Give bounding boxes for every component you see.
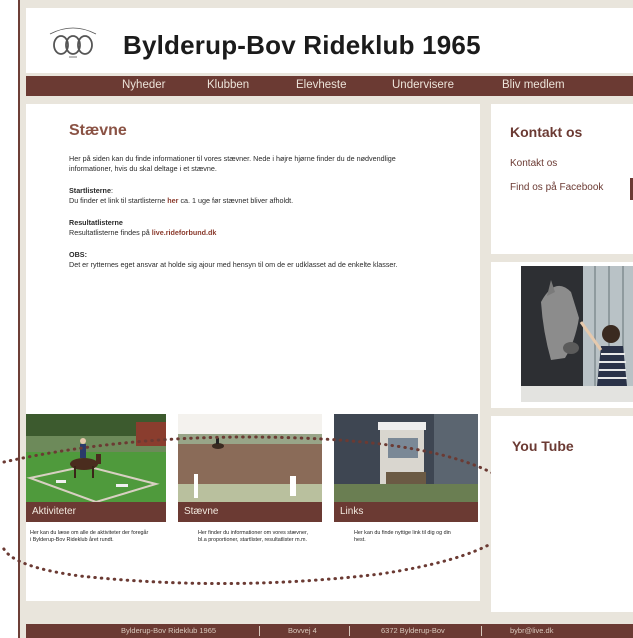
nav-item-undervisere[interactable]: Undervisere — [392, 79, 454, 91]
resultatlister-heading: Resultatlisterne — [69, 218, 123, 227]
sidebar-contact-box: Kontakt os Kontakt os Find os på Faceboo… — [491, 104, 633, 254]
footer-club-name: Bylderup-Bov Rideklub 1965 — [121, 626, 217, 635]
tile-desc-links: Her kan du finde nyttige link til dig og… — [354, 530, 451, 543]
facebook-link[interactable]: Find os på Facebook — [510, 182, 603, 193]
tile-caption-aktiviteter[interactable]: Aktiviteter — [26, 502, 166, 522]
obs-heading: OBS: — [69, 250, 87, 259]
site-title: Bylderup-Bov Rideklub 1965 — [123, 30, 481, 60]
nav-item-klubben[interactable]: Klubben — [207, 79, 249, 91]
sidebar-youtube-box: You Tube — [491, 416, 633, 612]
links-image[interactable] — [334, 414, 478, 502]
nav-item-nyheder[interactable]: Nyheder — [122, 79, 165, 91]
nav-item-bliv-medlem[interactable]: Bliv medlem — [502, 79, 565, 91]
tile-caption-links[interactable]: Links — [334, 502, 478, 522]
startlister-heading: Startlisterne — [69, 186, 111, 195]
nav-item-elevheste[interactable]: Elevheste — [296, 79, 347, 91]
startlister-text: Du finder et link til startlisterne — [69, 195, 168, 205]
obs-section: OBS: Det er rytternes eget ansvar at hol… — [69, 250, 409, 269]
aktiviteter-image[interactable] — [26, 414, 166, 502]
footer-separator — [349, 626, 350, 636]
horse-photo — [521, 266, 633, 402]
tile-desc-aktiviteter: Her kan du læse om alle de aktiviteter d… — [30, 530, 149, 543]
footer-address: Bovvej 4 — [288, 626, 317, 635]
site-footer: Bylderup-Bov Rideklub 1965 Bovvej 4 6372… — [26, 624, 633, 638]
contact-link[interactable]: Kontakt os — [510, 158, 557, 169]
contact-heading: Kontakt os — [510, 124, 583, 140]
footer-postal: 6372 Bylderup-Bov — [381, 626, 445, 635]
site-header: Bylderup-Bov Rideklub 1965 — [26, 8, 633, 73]
frame-left-border — [18, 0, 20, 638]
resultatlister-text: Resultatlisterne findes på — [69, 227, 152, 237]
resultatlister-link[interactable]: live.rideforbund.dk — [152, 228, 217, 237]
main-nav: Nyheder Klubben Elevheste Undervisere Bl… — [26, 76, 633, 96]
startlister-link[interactable]: her — [167, 196, 178, 205]
intro-text: Her på siden kan du finde informationer … — [69, 154, 396, 173]
footer-separator — [259, 626, 260, 636]
sidebar-photo-box — [491, 262, 633, 408]
footer-separator — [481, 626, 482, 636]
footer-email[interactable]: bybr@live.dk — [510, 626, 553, 635]
staevne-image[interactable] — [178, 414, 322, 502]
obs-text: Det er rytternes eget ansvar at holde si… — [69, 259, 398, 269]
resultatlister-section: Resultatlisterne Resultatlisterne findes… — [69, 218, 409, 237]
youtube-heading: You Tube — [512, 438, 574, 454]
startlister-text-post: ca. 1 uge før stævnet bliver afholdt. — [178, 195, 294, 205]
tile-desc-staevne: Her finder du informationer om vores stæ… — [198, 530, 308, 543]
startlister-section: Startlisterne: Du finder et link til sta… — [69, 186, 294, 205]
club-logo[interactable] — [44, 20, 102, 60]
page-title: Stævne — [69, 122, 127, 139]
tile-caption-staevne[interactable]: Stævne — [178, 502, 322, 522]
main-content: Stævne Her på siden kan du finde informa… — [26, 104, 480, 601]
